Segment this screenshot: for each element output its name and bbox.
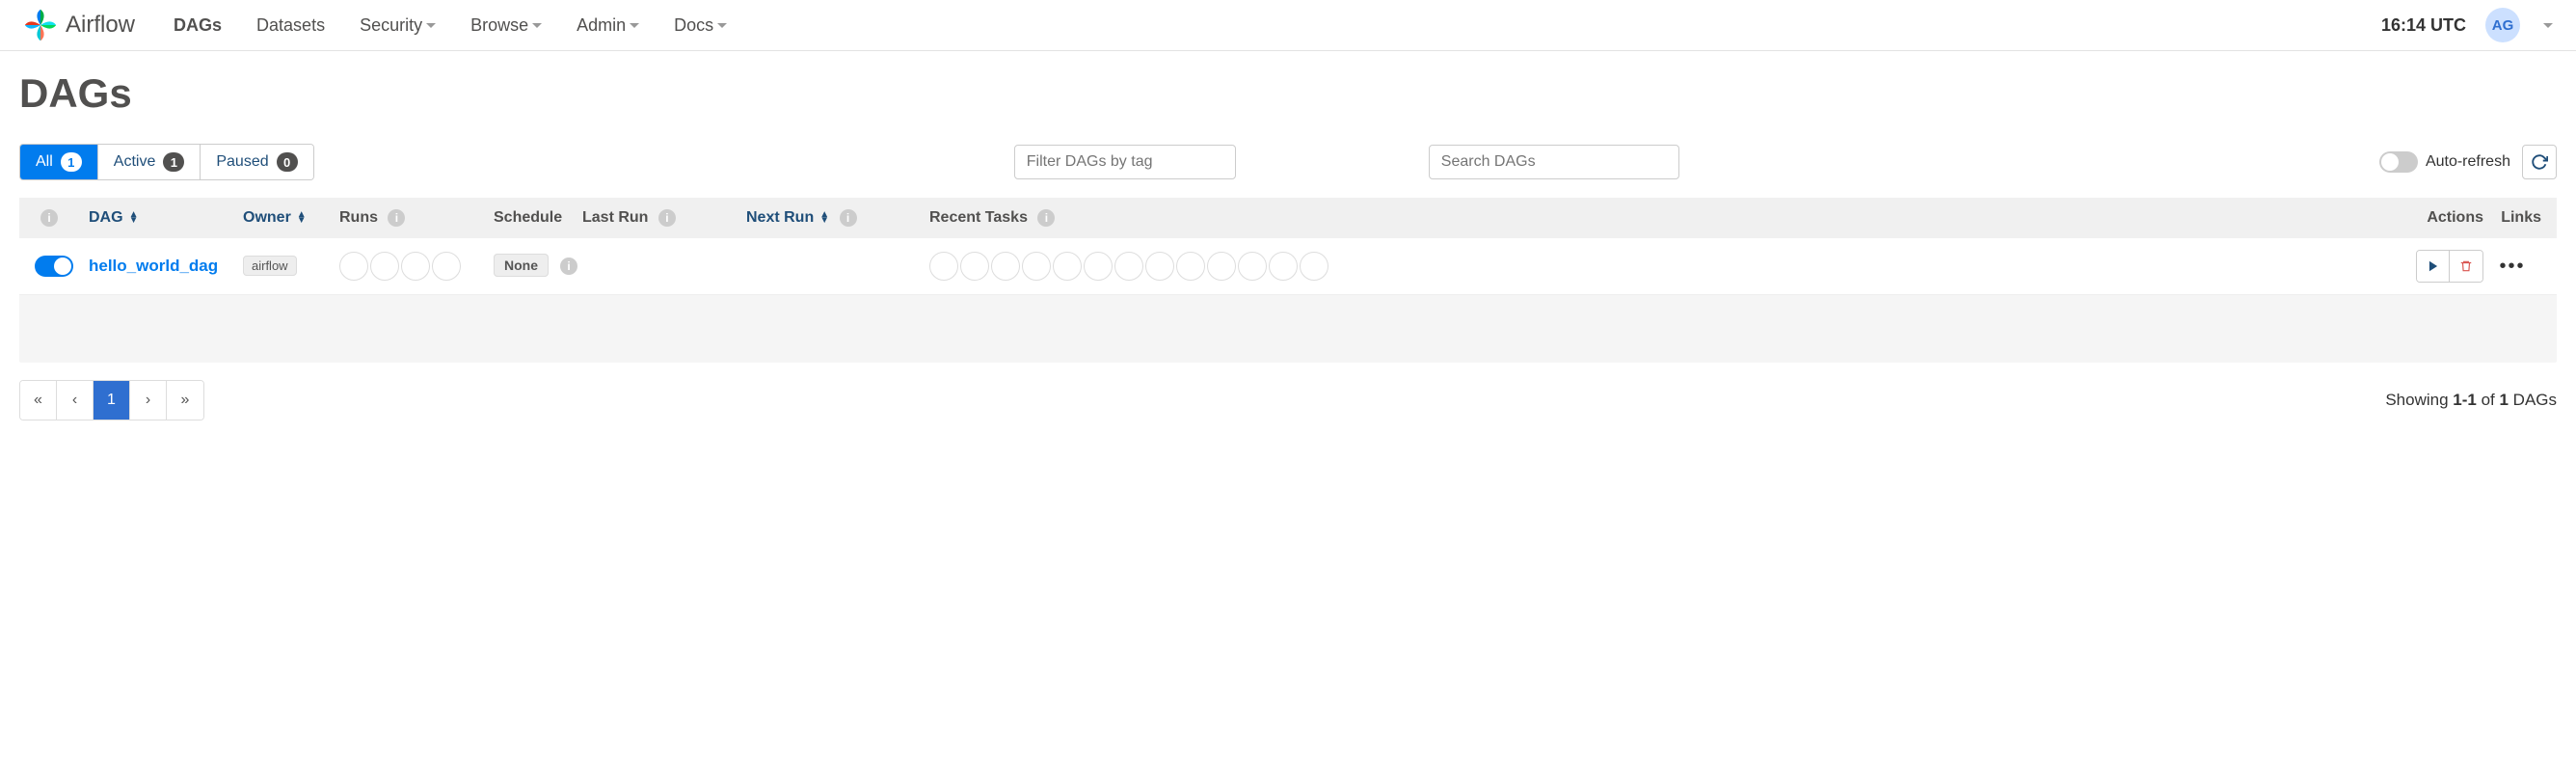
refresh-icon <box>2531 153 2548 171</box>
tag-filter-input[interactable] <box>1014 145 1236 179</box>
sort-caret-icon: ▲▼ <box>819 212 829 224</box>
info-icon: i <box>1037 209 1055 227</box>
chevron-down-icon <box>532 23 542 28</box>
nav-item-dags[interactable]: DAGs <box>174 15 222 36</box>
dag-link[interactable]: hello_world_dag <box>89 257 218 275</box>
showing-text: Showing 1-1 of 1 DAGs <box>2385 391 2557 410</box>
chevron-down-icon <box>630 23 639 28</box>
header-actions: Actions <box>2427 209 2483 226</box>
user-menu-caret-icon[interactable] <box>2543 23 2553 28</box>
refresh-button[interactable] <box>2522 145 2557 179</box>
airflow-logo-icon <box>23 8 58 42</box>
owner-badge: airflow <box>243 256 297 276</box>
page-title: DAGs <box>19 70 2557 117</box>
recent-tasks-circles <box>929 252 2387 281</box>
auto-refresh: Auto-refresh <box>2379 151 2510 173</box>
nav-item-docs[interactable]: Docs <box>674 15 727 36</box>
chevron-down-icon <box>717 23 727 28</box>
trigger-dag-button[interactable] <box>2417 251 2450 282</box>
filter-row: All1Active1Paused0 Auto-refresh <box>19 144 2557 180</box>
header-last-run: Last Run <box>582 209 648 226</box>
auto-refresh-label: Auto-refresh <box>2426 153 2510 171</box>
brand-title: Airflow <box>66 12 135 39</box>
info-icon: i <box>658 209 676 227</box>
search-input[interactable] <box>1429 145 1679 179</box>
nav-item-datasets[interactable]: Datasets <box>256 15 325 36</box>
navbar-right: 16:14 UTC AG <box>2381 8 2553 42</box>
page-next-button[interactable]: › <box>130 381 167 420</box>
sort-caret-icon: ▲▼ <box>129 212 139 224</box>
navbar: Airflow DAGsDatasetsSecurityBrowseAdminD… <box>0 0 2576 51</box>
more-links-button[interactable]: ••• <box>2483 256 2541 278</box>
info-icon: i <box>388 209 405 227</box>
page-prev-button[interactable]: ‹ <box>57 381 94 420</box>
filter-tab-paused[interactable]: Paused0 <box>201 145 312 179</box>
header-recent-tasks: Recent Tasks <box>929 209 1028 226</box>
header-next-run[interactable]: Next Run ▲▼ <box>746 209 829 227</box>
delete-dag-button[interactable] <box>2450 251 2482 282</box>
sort-caret-icon: ▲▼ <box>297 212 307 224</box>
dags-table: i DAG ▲▼ Owner ▲▼ Runs i Schedule Last R… <box>19 198 2557 363</box>
schedule-badge: None <box>494 254 549 277</box>
nav-links: DAGs Datasets Security Browse Admin Docs <box>174 15 2381 36</box>
runs-circles <box>339 252 494 281</box>
trash-icon <box>2459 259 2473 273</box>
page-last-button[interactable]: » <box>167 381 203 420</box>
info-icon: i <box>560 258 577 275</box>
play-icon <box>2427 259 2440 273</box>
info-icon: i <box>840 209 857 227</box>
filter-tab-all[interactable]: All1 <box>20 145 98 179</box>
header-schedule: Schedule <box>494 209 562 226</box>
header-runs: Runs <box>339 209 378 226</box>
header-dag[interactable]: DAG ▲▼ <box>89 209 138 227</box>
clock: 16:14 UTC <box>2381 15 2466 36</box>
page-number-button[interactable]: 1 <box>94 381 130 420</box>
nav-item-admin[interactable]: Admin <box>577 15 639 36</box>
filter-tab-active[interactable]: Active1 <box>98 145 201 179</box>
filter-tabs: All1Active1Paused0 <box>19 144 314 180</box>
table-row: hello_world_dag airflow Nonei ••• <box>19 238 2557 295</box>
header-links: Links <box>2501 209 2541 226</box>
header-owner[interactable]: Owner ▲▼ <box>243 209 307 227</box>
nav-item-browse[interactable]: Browse <box>470 15 542 36</box>
auto-refresh-toggle[interactable] <box>2379 151 2418 173</box>
chevron-down-icon <box>426 23 436 28</box>
footer-row: « ‹ 1 › » Showing 1-1 of 1 DAGs <box>19 380 2557 420</box>
dag-enabled-toggle[interactable] <box>35 256 73 277</box>
table-spacer <box>19 295 2557 363</box>
info-icon: i <box>40 209 58 227</box>
navbar-brand[interactable]: Airflow <box>23 8 135 42</box>
pagination: « ‹ 1 › » <box>19 380 204 420</box>
nav-item-security[interactable]: Security <box>360 15 436 36</box>
user-avatar[interactable]: AG <box>2485 8 2520 42</box>
page-first-button[interactable]: « <box>20 381 57 420</box>
table-header: i DAG ▲▼ Owner ▲▼ Runs i Schedule Last R… <box>19 198 2557 238</box>
